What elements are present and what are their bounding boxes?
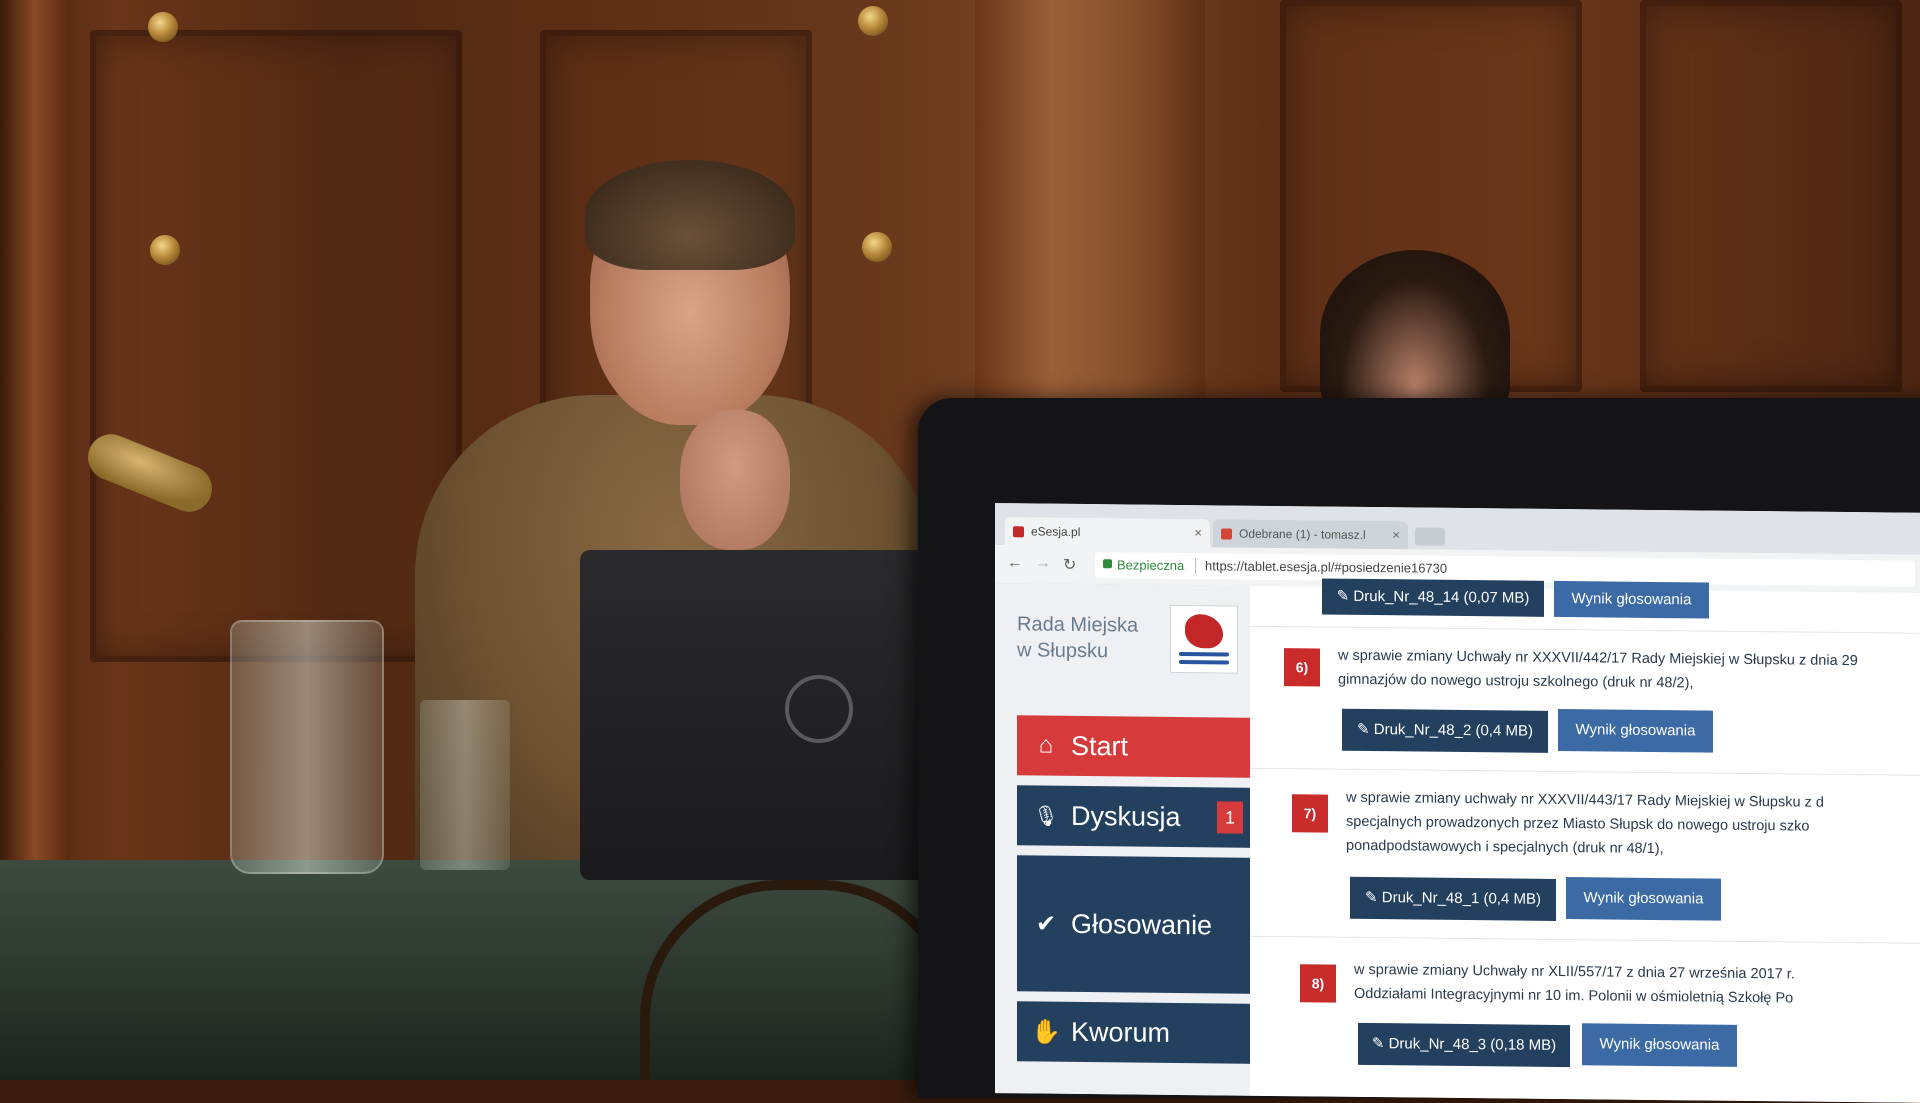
vote-result-button[interactable]: Wynik głosowania — [1554, 580, 1709, 619]
attachment-button[interactable]: ✎ Druk_Nr_48_14 (0,07 MB) — [1322, 578, 1544, 617]
wood-pillar-left — [0, 0, 70, 900]
attachment-label: Druk_Nr_48_2 (0,4 MB) — [1373, 721, 1533, 740]
close-tab-icon[interactable]: × — [1194, 519, 1202, 547]
paperclip-icon: ✎ — [1357, 720, 1374, 739]
wall-panel — [1640, 0, 1902, 392]
laptop-screen: eSesja.pl × Odebrane (1) - tomasz.l × ← … — [995, 503, 1920, 1103]
attachment-label: Druk_Nr_48_3 (0,18 MB) — [1388, 1035, 1557, 1054]
agenda-item-line: w sprawie zmiany Uchwały nr XXXVII/442/1… — [1338, 647, 1858, 670]
attachment-label: Druk_Nr_48_1 (0,4 MB) — [1381, 889, 1541, 908]
app-sidebar: Rada Miejska w Słupsku ⌂ Start 🎙 Dyskusj… — [995, 583, 1257, 1096]
brass-stud — [148, 12, 178, 42]
menu-start[interactable]: ⌂ Start — [1017, 715, 1257, 778]
esesja-favicon — [1013, 526, 1024, 538]
tab-mail[interactable]: Odebrane (1) - tomasz.l × — [1213, 519, 1408, 550]
council-name: Rada Miejska w Słupsku — [1017, 611, 1138, 664]
back-arrow-icon[interactable]: ← — [1007, 554, 1023, 572]
menu-glosowanie[interactable]: ✔ Głosowanie — [1017, 855, 1257, 994]
attachment-label: Druk_Nr_48_14 (0,07 MB) — [1353, 587, 1530, 607]
councilman-hair — [585, 160, 795, 270]
paperclip-icon: ✎ — [1371, 1035, 1389, 1053]
hand-icon: ✋ — [1031, 1017, 1061, 1046]
vote-result-label: Wynik głosowania — [1599, 1035, 1720, 1054]
forward-arrow-icon[interactable]: → — [1035, 554, 1051, 572]
crest-wave — [1179, 660, 1229, 665]
laptop-back — [580, 550, 940, 880]
checkmark-icon: ✔ — [1035, 910, 1057, 938]
agenda-list: ✎ Druk_Nr_48_14 (0,07 MB) Wynik głosowan… — [1250, 578, 1920, 1103]
council-name-line2: w Słupsku — [1017, 639, 1109, 663]
agenda-item-line: w sprawie zmiany Uchwały nr XLII/557/17 … — [1354, 961, 1795, 983]
water-glass — [420, 700, 510, 870]
menu-kworum[interactable]: ✋ Kworum — [1017, 1001, 1257, 1064]
paperclip-icon: ✎ — [1336, 587, 1354, 605]
new-tab-button[interactable] — [1415, 527, 1445, 546]
close-tab-icon[interactable]: × — [1392, 521, 1400, 549]
row-divider — [1250, 625, 1920, 634]
tab-title: Odebrane (1) - tomasz.l — [1239, 526, 1366, 542]
menu-label: Głosowanie — [1071, 908, 1213, 940]
laptop-logo — [785, 675, 853, 743]
menu-label: Kworum — [1071, 1016, 1171, 1048]
wall-panel — [90, 30, 462, 662]
omnibox-separator — [1195, 558, 1196, 575]
paperclip-icon: ✎ — [1365, 888, 1382, 907]
councilman-hand — [680, 410, 790, 550]
attachment-button[interactable]: ✎ Druk_Nr_48_2 (0,4 MB) — [1342, 708, 1548, 753]
brass-stud — [150, 235, 180, 265]
crest-wave — [1179, 652, 1229, 657]
woman-head — [1320, 250, 1510, 420]
home-icon: ⌂ — [1038, 731, 1054, 759]
agenda-item-line: gimnazjów do nowego ustroju szkolnego (d… — [1338, 671, 1694, 692]
menu-label: Start — [1071, 730, 1129, 761]
agenda-item-line: specjalnych prowadzonych przez Miasto Sł… — [1346, 813, 1810, 835]
city-crest-logo — [1170, 604, 1238, 674]
council-name-line1: Rada Miejska — [1017, 613, 1139, 637]
vote-result-button[interactable]: Wynik głosowania — [1582, 1023, 1737, 1067]
brass-stud — [862, 232, 892, 262]
tab-title: eSesja.pl — [1031, 524, 1081, 539]
vote-result-button[interactable]: Wynik głosowania — [1566, 877, 1721, 921]
griffin-emblem — [1185, 614, 1223, 649]
water-pitcher — [230, 620, 384, 874]
mail-favicon — [1221, 528, 1232, 540]
menu-dyskusja[interactable]: 🎙 Dyskusja 1 — [1017, 785, 1257, 848]
discussion-count-badge: 1 — [1217, 801, 1243, 834]
url-text: https://tablet.esesja.pl/#posiedzenie167… — [1205, 558, 1448, 576]
attachment-button[interactable]: ✎ Druk_Nr_48_1 (0,4 MB) — [1350, 876, 1556, 921]
menu-label: Dyskusja — [1071, 800, 1181, 832]
attachment-button[interactable]: ✎ Druk_Nr_48_3 (0,18 MB) — [1358, 1022, 1570, 1068]
agenda-item-number: 6) — [1284, 648, 1320, 687]
lock-icon — [1103, 559, 1112, 569]
row-divider — [1250, 935, 1920, 944]
agenda-item-number: 8) — [1300, 964, 1336, 1003]
agenda-item-line: w sprawie zmiany uchwały nr XXXVII/443/1… — [1346, 789, 1824, 811]
secure-label: Bezpieczna — [1117, 557, 1185, 574]
brass-stud — [858, 6, 888, 36]
vote-result-label: Wynik głosowania — [1583, 889, 1704, 908]
tab-esesja[interactable]: eSesja.pl × — [1005, 517, 1210, 548]
agenda-item-line: ponadpodstawowych i specjalnych (druk nr… — [1346, 837, 1664, 858]
microphone-icon: 🎙 — [1033, 804, 1059, 828]
agenda-item-line: Oddziałami Integracyjnymi nr 10 im. Polo… — [1354, 985, 1794, 1007]
vote-result-button[interactable]: Wynik głosowania — [1558, 708, 1713, 753]
reload-icon[interactable]: ↻ — [1063, 555, 1076, 575]
vote-result-label: Wynik głosowania — [1571, 590, 1692, 609]
row-divider — [1250, 767, 1920, 776]
agenda-item-number: 7) — [1292, 794, 1328, 833]
vote-result-label: Wynik głosowania — [1575, 721, 1696, 740]
